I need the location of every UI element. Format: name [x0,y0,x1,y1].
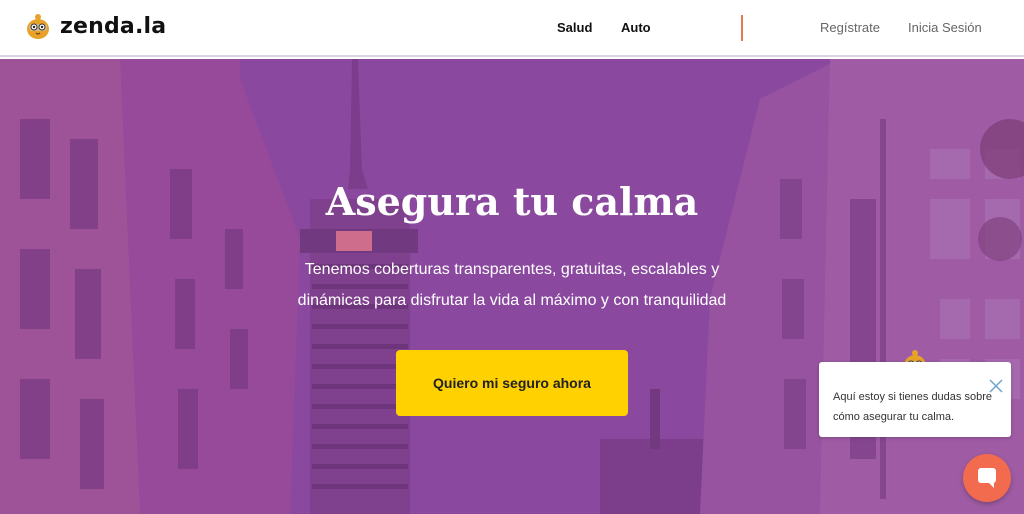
chat-greeting-text: Aquí estoy si tienes dudas sobre cómo as… [833,391,992,423]
get-insurance-button[interactable]: Quiero mi seguro ahora [396,350,628,416]
chat-launcher-button[interactable] [963,454,1011,502]
nav-divider [741,15,743,41]
owl-icon [26,12,50,40]
home-logo-link[interactable]: zenda.la [26,12,166,40]
chat-bubble-icon [977,467,997,494]
hero-title: Asegura tu calma [325,179,699,224]
login-link[interactable]: Inicia Sesión [908,20,982,35]
chat-greeting-bubble[interactable]: Aquí estoy si tienes dudas sobre cómo as… [819,362,1011,437]
hero-section: Asegura tu calma Tenemos coberturas tran… [0,59,1024,514]
hero-subtitle: Tenemos coberturas transparentes, gratui… [297,261,727,309]
nav-link-auto[interactable]: Auto [621,20,651,35]
register-link[interactable]: Regístrate [820,20,880,35]
brand-name: zenda.la [60,13,167,39]
site-header: zenda.la Salud Auto Regístrate Inicia Se… [0,0,1024,57]
nav-link-salud[interactable]: Salud [557,20,592,35]
